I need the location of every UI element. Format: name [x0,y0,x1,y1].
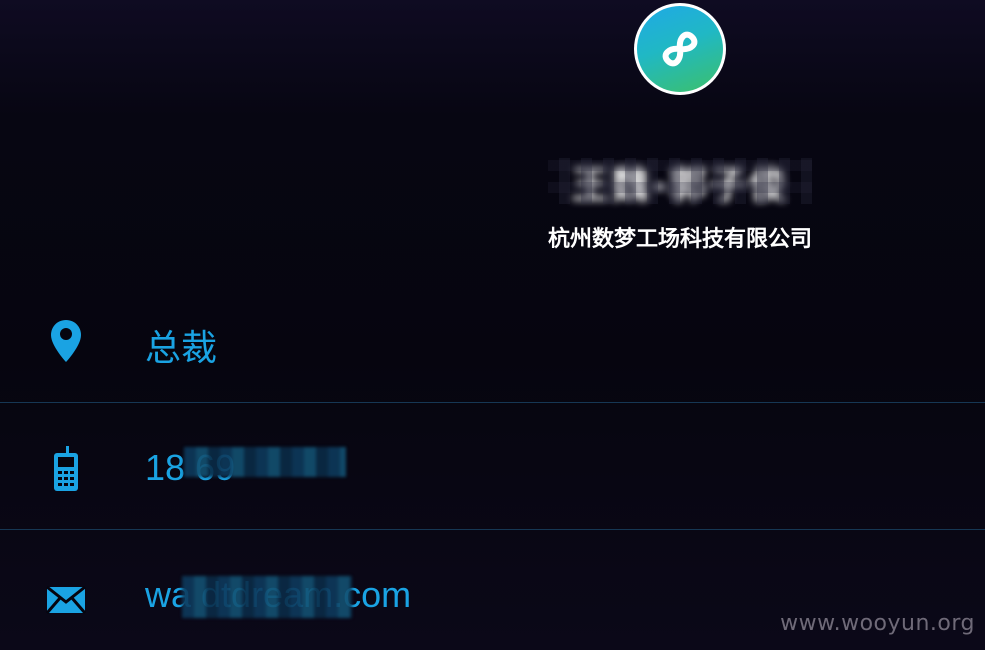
watermark-text: www.wooyun.org [780,611,975,636]
location-pin-icon [40,315,92,367]
mobile-phone-icon [40,443,92,495]
company-name: 杭州数梦工场科技有限公司 [547,227,812,252]
contact-row-title: 总裁 [0,277,985,404]
contact-row-phone[interactable]: 18 69 [0,403,985,530]
job-title-text: 总裁 [145,327,218,368]
mail-icon [40,574,92,626]
person-name: 王魏-郭子俊 [571,162,789,207]
business-card: 王魏-郭子俊 杭州数梦工场科技有限公司 总裁 18 wa www.wooyun.… [0,0,985,650]
email-redaction [182,576,352,618]
phone-redaction [184,447,346,477]
infinity-logo-icon [637,6,723,92]
company-logo [634,3,726,95]
